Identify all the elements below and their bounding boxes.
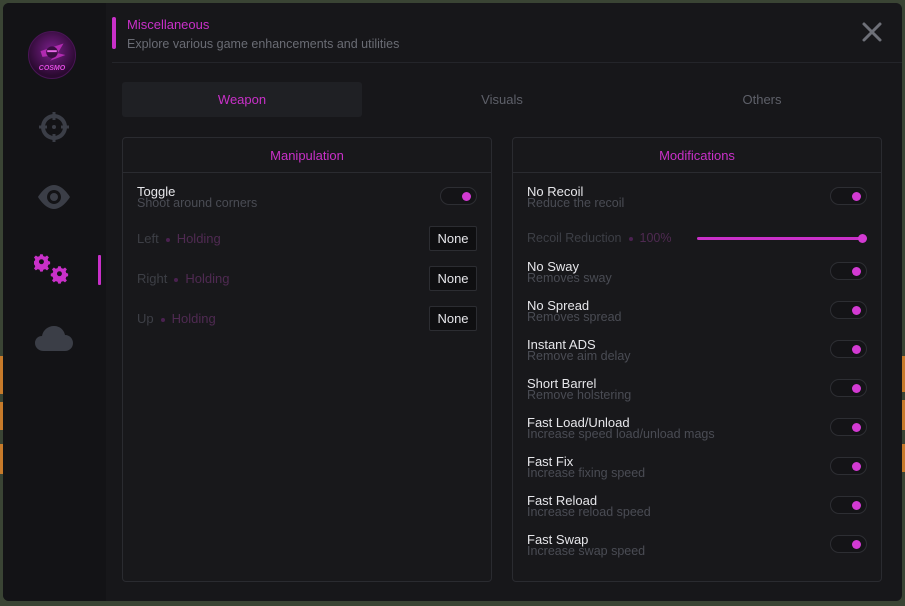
setting-fast-load-unload: Fast Load/Unload Increase speed load/unl…	[527, 416, 867, 441]
separator-dot	[165, 237, 170, 242]
sidebar-item-cloud[interactable]	[28, 317, 80, 361]
tab-weapon[interactable]: Weapon	[122, 82, 362, 117]
menu-window: COSMO Miscellaneous Explore various game…	[3, 3, 902, 601]
crosshair-icon	[39, 112, 69, 142]
keybind-button[interactable]: None	[429, 226, 477, 251]
setting-no-spread: No Spread Removes spread	[527, 299, 867, 324]
toggle-switch[interactable]	[830, 418, 867, 436]
logo-text: COSMO	[38, 65, 66, 72]
separator-dot	[160, 317, 165, 322]
toggle-knob	[462, 192, 471, 201]
slider-handle[interactable]	[858, 234, 867, 243]
setting-instant-ads: Instant ADS Remove aim delay	[527, 338, 867, 363]
setting-description: Remove holstering	[527, 388, 632, 402]
keybind-row-right: Right Holding None	[137, 266, 477, 291]
setting-description: Shoot around corners	[137, 196, 258, 210]
keybind-button[interactable]: None	[429, 306, 477, 331]
setting-description: Increase fixing speed	[527, 466, 646, 480]
setting-no-sway: No Sway Removes sway	[527, 260, 867, 285]
setting-description: Increase reload speed	[527, 505, 651, 519]
sidebar-item-aimbot[interactable]	[28, 105, 80, 149]
toggle-switch[interactable]	[830, 340, 867, 358]
eye-icon	[38, 185, 70, 209]
toggle-switch[interactable]	[830, 379, 867, 397]
toggle-knob	[852, 540, 861, 549]
toggle-knob	[852, 345, 861, 354]
close-icon	[862, 22, 882, 42]
toggle-knob	[852, 384, 861, 393]
toggle-knob	[852, 267, 861, 276]
toggle-switch[interactable]	[830, 301, 867, 319]
toggle-switch[interactable]	[830, 262, 867, 280]
sidebar: COSMO	[3, 3, 106, 601]
recoil-reduction-slider-row: Recoil Reduction 100%	[527, 230, 867, 246]
toggle-knob	[852, 501, 861, 510]
keybind-label: Right	[137, 271, 168, 286]
toggle-knob	[852, 462, 861, 471]
toggle-switch[interactable]	[830, 457, 867, 475]
keybind-label: Up	[137, 311, 154, 326]
setting-description: Removes spread	[527, 310, 622, 324]
setting-short-barrel: Short Barrel Remove holstering	[527, 377, 867, 402]
slider-value: 100%	[639, 231, 672, 245]
setting-description: Increase speed load/unload mags	[527, 427, 715, 441]
setting-description: Removes sway	[527, 271, 612, 285]
slider-label: Recoil Reduction	[527, 231, 622, 245]
toggle-knob	[852, 423, 861, 432]
setting-fast-fix: Fast Fix Increase fixing speed	[527, 455, 867, 480]
modifications-panel: Modifications No Recoil Reduce the recoi…	[512, 137, 882, 582]
tab-visuals[interactable]: Visuals	[382, 82, 622, 117]
page-subtitle: Explore various game enhancements and ut…	[127, 37, 400, 51]
setting-description: Remove aim delay	[527, 349, 631, 363]
setting-description: Reduce the recoil	[527, 196, 625, 210]
panel-title: Manipulation	[123, 138, 491, 173]
sidebar-item-misc[interactable]	[28, 247, 80, 291]
page-title: Miscellaneous	[127, 17, 210, 32]
setting-description: Increase swap speed	[527, 544, 646, 558]
keybind-mode: Holding	[185, 271, 230, 286]
gears-icon	[34, 254, 69, 284]
brand-logo: COSMO	[28, 31, 76, 79]
toggle-switch[interactable]	[830, 187, 867, 205]
sidebar-item-visuals[interactable]	[28, 175, 80, 219]
recoil-slider[interactable]	[697, 234, 867, 243]
header-accent-bar	[112, 17, 116, 49]
keybind-label: Left	[137, 231, 159, 246]
keybind-button[interactable]: None	[429, 266, 477, 291]
keybind-row-up: Up Holding None	[137, 306, 477, 331]
header-divider	[112, 62, 902, 63]
page-header: Miscellaneous Explore various game enhan…	[112, 17, 902, 65]
toggle-knob	[852, 306, 861, 315]
close-button[interactable]	[859, 19, 885, 45]
keybind-mode: Holding	[176, 231, 221, 246]
cloud-icon	[35, 326, 73, 351]
setting-fast-reload: Fast Reload Increase reload speed	[527, 494, 867, 519]
keybind-row-left: Left Holding None	[137, 226, 477, 251]
tab-others[interactable]: Others	[642, 82, 882, 117]
active-nav-indicator	[98, 255, 101, 285]
toggle-switch[interactable]	[830, 535, 867, 553]
setting-fast-swap: Fast Swap Increase swap speed	[527, 533, 867, 558]
separator-dot	[174, 277, 179, 282]
keybind-mode: Holding	[171, 311, 216, 326]
toggle-switch[interactable]	[440, 187, 477, 205]
separator-dot	[628, 236, 633, 241]
setting-toggle: Toggle Shoot around corners	[137, 185, 477, 210]
tab-bar: Weapon Visuals Others	[122, 82, 882, 117]
toggle-knob	[852, 192, 861, 201]
setting-no-recoil: No Recoil Reduce the recoil	[527, 185, 867, 210]
manipulation-panel: Manipulation Toggle Shoot around corners…	[122, 137, 492, 582]
panel-title: Modifications	[513, 138, 881, 173]
toggle-switch[interactable]	[830, 496, 867, 514]
